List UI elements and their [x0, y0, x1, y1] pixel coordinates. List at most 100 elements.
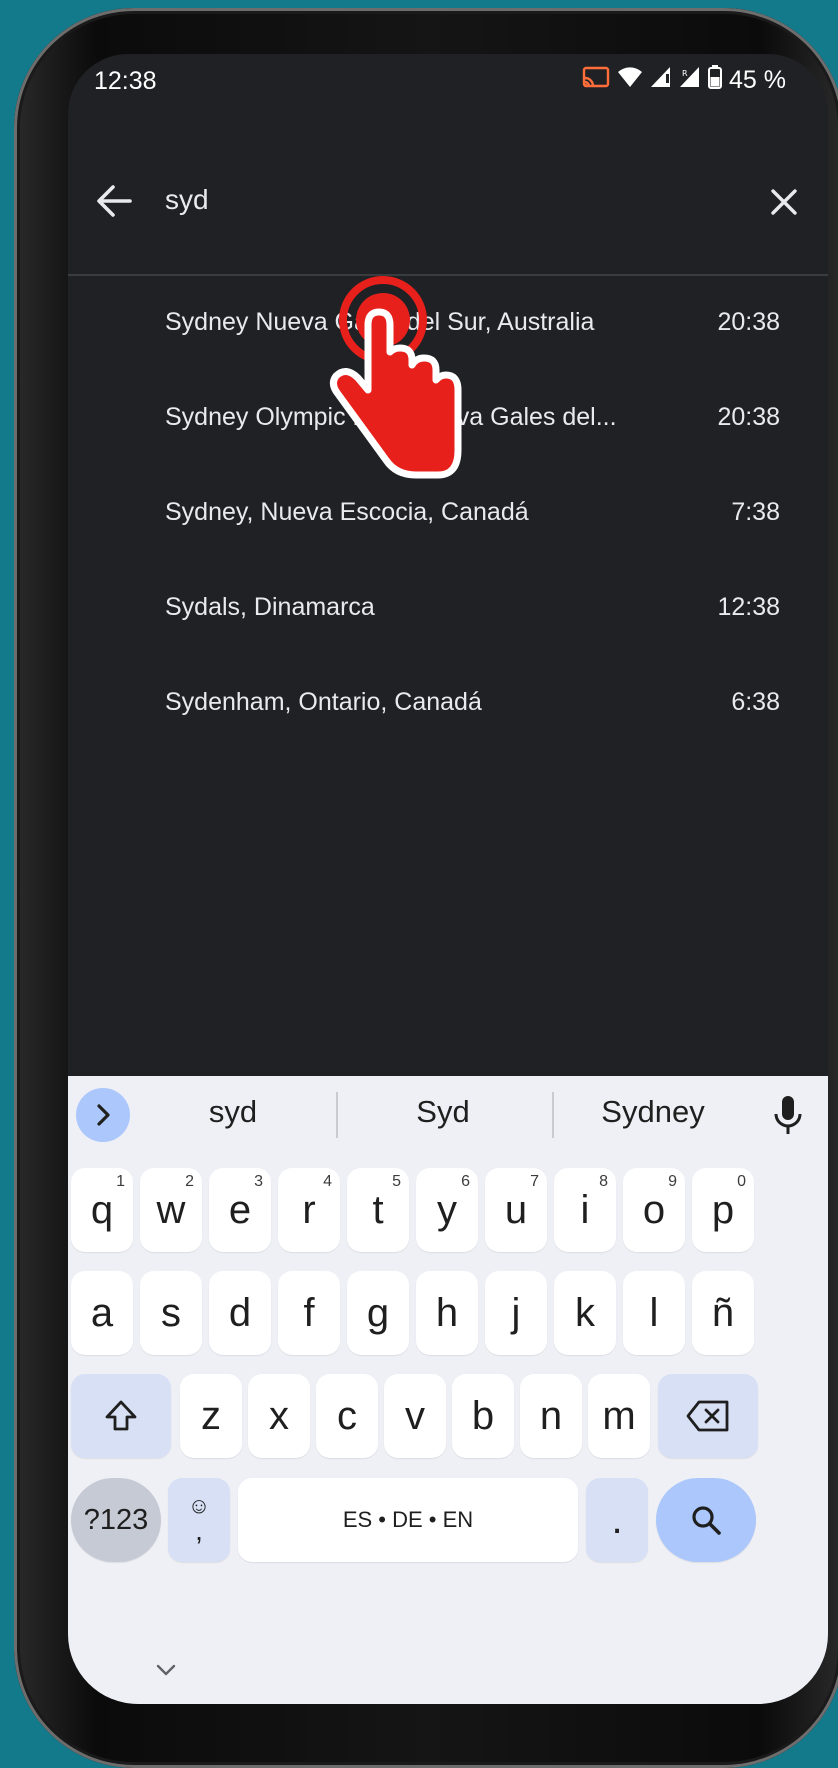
key-label: ,	[195, 1515, 203, 1546]
key-hint: 2	[185, 1173, 194, 1190]
svg-text:R: R	[682, 69, 688, 78]
status-icons: R 45 %	[582, 65, 786, 96]
key-q[interactable]: q1	[71, 1168, 133, 1252]
result-name: Sydney Nueva Gales del Sur, Australia	[165, 308, 595, 336]
key-x[interactable]: x	[248, 1374, 310, 1458]
key-l[interactable]: l	[623, 1271, 685, 1355]
key-r[interactable]: r4	[278, 1168, 340, 1252]
key-hint: 7	[530, 1173, 539, 1190]
key-label: u	[504, 1187, 528, 1232]
shift-key[interactable]	[71, 1374, 171, 1458]
key-hint: 3	[254, 1173, 263, 1190]
key-j[interactable]: j	[485, 1271, 547, 1355]
key-label: ñ	[711, 1290, 735, 1335]
key-label: d	[228, 1290, 252, 1335]
result-name: Sydney, Nueva Escocia, Canadá	[165, 498, 529, 526]
key-s[interactable]: s	[140, 1271, 202, 1355]
result-time: 6:38	[731, 688, 780, 716]
key-label: o	[642, 1187, 666, 1232]
suggestion-3[interactable]: Sydney	[568, 1094, 738, 1130]
backspace-icon	[686, 1400, 729, 1432]
backspace-key[interactable]	[658, 1374, 758, 1458]
key-label: x	[269, 1393, 289, 1438]
key-e[interactable]: e3	[209, 1168, 271, 1252]
result-item[interactable]: Sydenham, Ontario, Canadá 6:38	[68, 656, 828, 752]
key-label: m	[602, 1393, 636, 1438]
microphone-icon[interactable]	[770, 1092, 806, 1138]
cast-icon	[582, 65, 610, 96]
key-label: c	[337, 1393, 357, 1438]
result-item[interactable]: Sydney Nueva Gales del Sur, Australia 20…	[68, 276, 828, 372]
symbols-key[interactable]: ?123	[71, 1478, 161, 1562]
key-hint: 8	[599, 1173, 608, 1190]
key-i[interactable]: i8	[554, 1168, 616, 1252]
key-b[interactable]: b	[452, 1374, 514, 1458]
result-time: 20:38	[717, 403, 780, 431]
key-z[interactable]: z	[180, 1374, 242, 1458]
key-n-tilde[interactable]: ñ	[692, 1271, 754, 1355]
key-f[interactable]: f	[278, 1271, 340, 1355]
result-name: Sydney Olympic Park Nueva Gales del...	[165, 403, 617, 431]
search-header: syd	[68, 124, 828, 276]
key-label: t	[372, 1187, 384, 1232]
suggestion-divider	[336, 1092, 338, 1138]
key-a[interactable]: a	[71, 1271, 133, 1355]
key-label: i	[580, 1187, 590, 1232]
back-arrow-icon[interactable]	[86, 176, 142, 226]
key-o[interactable]: o9	[623, 1168, 685, 1252]
expand-toolbar-button[interactable]	[76, 1088, 130, 1142]
key-d[interactable]: d	[209, 1271, 271, 1355]
suggestion-divider	[552, 1092, 554, 1138]
suggestion-2[interactable]: Syd	[358, 1094, 528, 1130]
wifi-icon	[617, 66, 643, 95]
space-key[interactable]: ES • DE • EN	[238, 1478, 578, 1562]
key-y[interactable]: y6	[416, 1168, 478, 1252]
result-item[interactable]: Sydney, Nueva Escocia, Canadá 7:38	[68, 466, 828, 562]
key-label: b	[471, 1393, 495, 1438]
battery-percent: 45 %	[729, 66, 786, 94]
key-hint: 6	[461, 1173, 470, 1190]
battery-icon	[708, 65, 723, 96]
phone-screen: 12:38 R 45 % syd Sydney Nueva Gales del …	[68, 54, 828, 1704]
result-name: Sydenham, Ontario, Canadá	[165, 688, 482, 716]
result-item[interactable]: Sydals, Dinamarca 12:38	[68, 561, 828, 657]
chevron-right-icon	[97, 1104, 110, 1126]
key-hint: 4	[323, 1173, 332, 1190]
status-time: 12:38	[94, 67, 157, 95]
key-label: f	[303, 1290, 315, 1335]
suggestion-bar: syd Syd Sydney	[68, 1076, 828, 1154]
key-v[interactable]: v	[384, 1374, 446, 1458]
search-icon	[692, 1506, 721, 1535]
key-w[interactable]: w2	[140, 1168, 202, 1252]
emoji-icon: ☺	[187, 1493, 211, 1518]
key-n[interactable]: n	[520, 1374, 582, 1458]
keyboard: syd Syd Sydney q1 w2 e3 r4 t5 y6 u7 i8 o…	[68, 1076, 828, 1704]
key-c[interactable]: c	[316, 1374, 378, 1458]
period-key[interactable]: .	[586, 1478, 648, 1562]
key-label: j	[511, 1290, 521, 1335]
clear-icon[interactable]	[764, 182, 804, 222]
key-m[interactable]: m	[588, 1374, 650, 1458]
search-input[interactable]: syd	[165, 184, 209, 216]
key-label: z	[201, 1393, 221, 1438]
key-label: n	[539, 1393, 563, 1438]
hide-keyboard-chevron-icon[interactable]	[154, 1662, 178, 1678]
key-p[interactable]: p0	[692, 1168, 754, 1252]
result-name: Sydals, Dinamarca	[165, 593, 375, 621]
key-t[interactable]: t5	[347, 1168, 409, 1252]
key-k[interactable]: k	[554, 1271, 616, 1355]
status-bar: 12:38 R 45 %	[68, 54, 828, 124]
key-label: q	[90, 1187, 114, 1232]
signal-icon	[650, 66, 672, 95]
key-label: h	[435, 1290, 459, 1335]
suggestion-1[interactable]: syd	[158, 1094, 308, 1130]
phone-frame: 12:38 R 45 % syd Sydney Nueva Gales del …	[14, 8, 838, 1768]
search-key[interactable]	[656, 1478, 756, 1562]
key-hint: 1	[116, 1173, 125, 1190]
result-item[interactable]: Sydney Olympic Park Nueva Gales del... 2…	[68, 371, 828, 467]
key-h[interactable]: h	[416, 1271, 478, 1355]
key-u[interactable]: u7	[485, 1168, 547, 1252]
emoji-comma-key[interactable]: ☺ ,	[168, 1478, 230, 1562]
key-hint: 0	[737, 1173, 746, 1190]
key-g[interactable]: g	[347, 1271, 409, 1355]
